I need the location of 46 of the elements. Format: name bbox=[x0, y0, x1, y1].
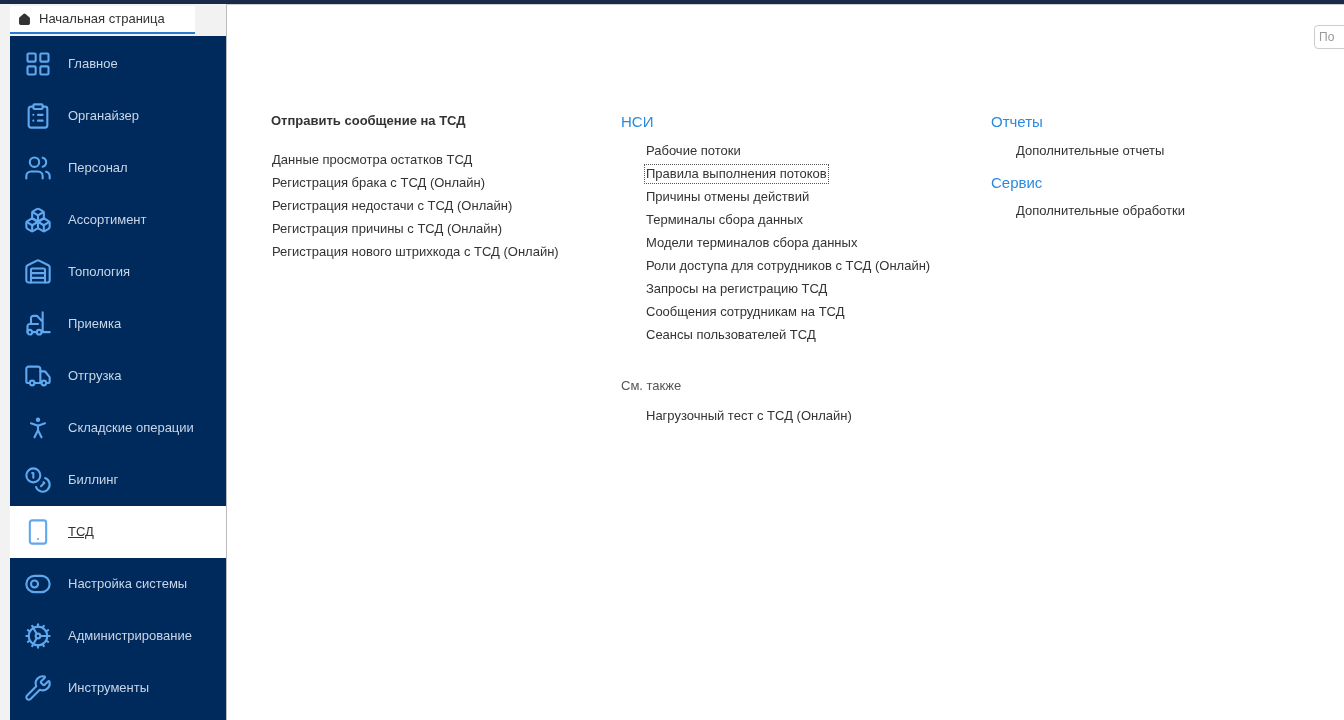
forklift-icon bbox=[24, 310, 52, 338]
menu-link[interactable]: Данные просмотра остатков ТСД bbox=[271, 150, 474, 169]
sidebar-item[interactable]: Инструменты bbox=[10, 662, 226, 714]
menu-link[interactable]: Причины отмены действий bbox=[645, 187, 811, 206]
home-tab[interactable]: Начальная страница bbox=[10, 6, 195, 34]
gear-icon bbox=[24, 622, 52, 650]
sidebar-item[interactable]: Приемка bbox=[10, 298, 226, 350]
sidebar-item[interactable]: Ассортимент bbox=[10, 194, 226, 246]
menu-link[interactable]: Дополнительные обработки bbox=[1015, 202, 1186, 220]
section-heading: См. также bbox=[621, 376, 682, 395]
sidebar-item[interactable]: Главное bbox=[10, 38, 226, 90]
menu-link[interactable]: Рабочие потоки bbox=[645, 141, 742, 160]
sidebar-item[interactable]: Персонал bbox=[10, 142, 226, 194]
coins-icon bbox=[24, 466, 52, 494]
people-icon bbox=[24, 154, 52, 182]
sidebar-item[interactable]: Органайзер bbox=[10, 90, 226, 142]
menu-link[interactable]: Нагрузочный тест с ТСД (Онлайн) bbox=[645, 407, 853, 425]
menu-link[interactable]: Модели терминалов сбора данных bbox=[645, 233, 859, 252]
section-heading: НСИ bbox=[621, 112, 654, 132]
sidebar-item[interactable]: Настройка системы bbox=[10, 558, 226, 610]
wrench-icon bbox=[24, 674, 52, 702]
warehouse-icon bbox=[24, 258, 52, 286]
sidebar-item[interactable]: Складские операции bbox=[10, 402, 226, 454]
sidebar-item[interactable]: ТСД bbox=[10, 506, 226, 558]
menu-link[interactable]: Сеансы пользователей ТСД bbox=[645, 325, 817, 344]
sidebar-item[interactable]: Отгрузка bbox=[10, 350, 226, 402]
search-field[interactable]: По bbox=[1314, 25, 1344, 49]
menu-link[interactable]: Дополнительные отчеты bbox=[1015, 141, 1166, 160]
section-heading: Отчеты bbox=[991, 112, 1043, 132]
menu-link[interactable]: Роли доступа для сотрудников с ТСД (Онлайн) bbox=[645, 256, 932, 275]
menu-link[interactable]: Регистрация причины с ТСД (Онлайн) bbox=[271, 219, 504, 238]
sidebar-item[interactable]: Администрирование bbox=[10, 610, 226, 662]
section-heading: Сервис bbox=[991, 172, 1043, 193]
home-icon bbox=[18, 12, 31, 26]
menu-link[interactable]: Сообщения сотрудникам на ТСД bbox=[645, 302, 846, 321]
menu-link[interactable]: Терминалы сбора данных bbox=[645, 210, 805, 229]
menu-link[interactable]: Регистрация нового штрихкода с ТСД (Онлайн) bbox=[271, 242, 560, 261]
sidebar-item[interactable]: Биллинг bbox=[10, 454, 226, 506]
boxes-icon bbox=[24, 206, 52, 234]
command-link[interactable]: Отправить сообщение на ТСД bbox=[271, 111, 466, 131]
menu-link[interactable]: Запросы на регистрацию ТСД bbox=[645, 279, 829, 298]
grid-icon bbox=[24, 50, 52, 78]
menu-link[interactable]: Правила выполнения потоков bbox=[645, 164, 828, 183]
menu-link[interactable]: Регистрация недостачи с ТСД (Онлайн) bbox=[271, 196, 514, 215]
menu-link[interactable]: Регистрация брака с ТСД (Онлайн) bbox=[271, 173, 487, 192]
sidebar-item[interactable]: Топология bbox=[10, 246, 226, 298]
